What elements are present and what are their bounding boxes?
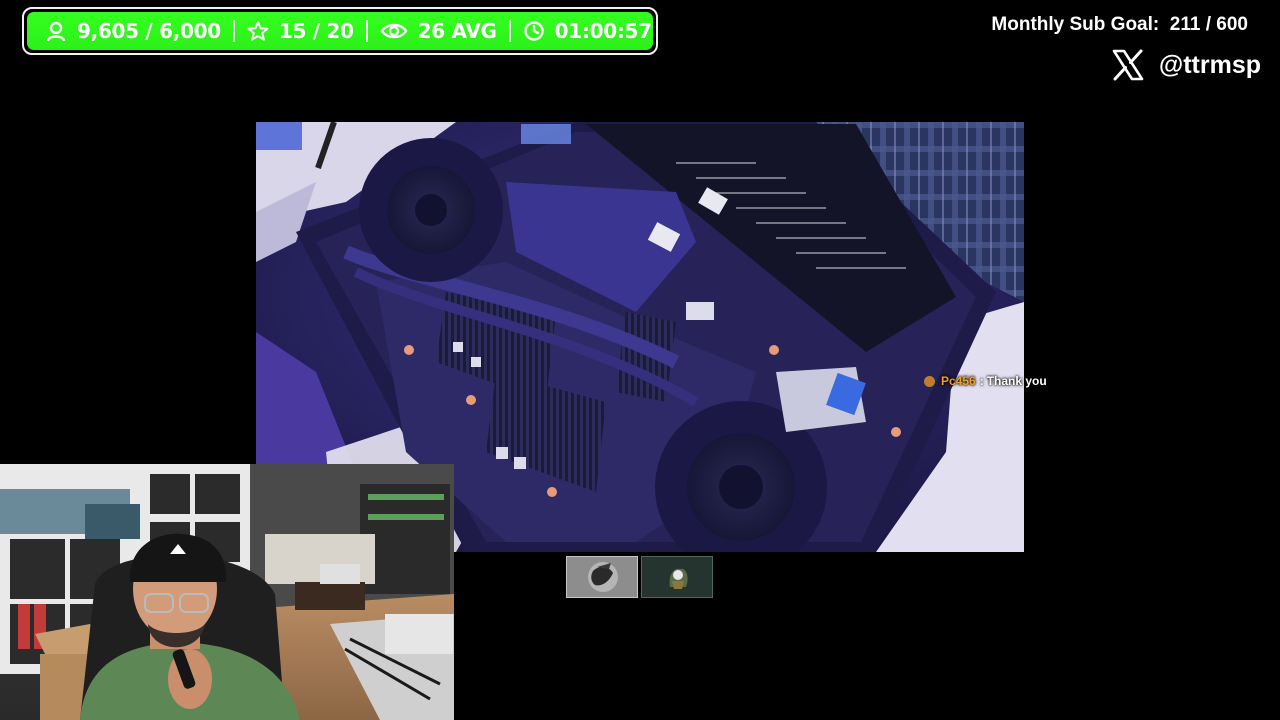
- viewers-avg: 26 AVG: [417, 19, 497, 43]
- viewers-stat: 26 AVG: [380, 12, 497, 50]
- chat-message: Pc456 : Thank you: [924, 372, 1047, 390]
- clock-icon: [523, 21, 544, 41]
- sub-goal-value: 211 / 600: [1169, 14, 1248, 35]
- avatar-image-icon: [567, 557, 637, 597]
- social-handle: @ttrmsp: [1111, 48, 1261, 82]
- stat-divider: [365, 20, 368, 42]
- x-logo-icon: [1112, 49, 1144, 81]
- character-image-icon: [642, 557, 712, 597]
- thumbnail-1[interactable]: [566, 556, 638, 598]
- chat-username: Pc456: [941, 374, 976, 388]
- thumbnail-2[interactable]: [641, 556, 713, 598]
- chat-badge-icon: [924, 375, 935, 387]
- followers-stat: 9,605 / 6,000: [27, 12, 221, 50]
- stars-count: 15 / 20: [278, 19, 354, 43]
- chat-message-text: Thank you: [986, 374, 1047, 388]
- chat-separator: :: [979, 374, 984, 388]
- person-icon: [46, 21, 66, 42]
- stat-divider: [232, 20, 235, 42]
- eye-icon: [380, 23, 408, 39]
- uptime-timer: 01:00:57: [554, 19, 652, 43]
- uptime-stat: 01:00:57: [523, 12, 652, 50]
- stat-divider: [508, 20, 511, 42]
- star-icon: [247, 21, 269, 41]
- followers-count: 9,605 / 6,000: [77, 19, 221, 43]
- webcam-feed: [0, 464, 454, 720]
- streamer-webcam-image: [0, 464, 454, 720]
- sub-goal: Monthly Sub Goal: 211 / 600: [991, 12, 1248, 38]
- sub-goal-label: Monthly Sub Goal:: [991, 14, 1160, 35]
- stars-stat: 15 / 20: [247, 12, 354, 50]
- social-handle-text: @ttrmsp: [1158, 50, 1261, 79]
- stream-stats-inner: 9,605 / 6,000 15 / 20 26 AVG 01:00:57: [27, 12, 653, 50]
- stream-stats-bar: 9,605 / 6,000 15 / 20 26 AVG 01:00:57: [22, 7, 658, 55]
